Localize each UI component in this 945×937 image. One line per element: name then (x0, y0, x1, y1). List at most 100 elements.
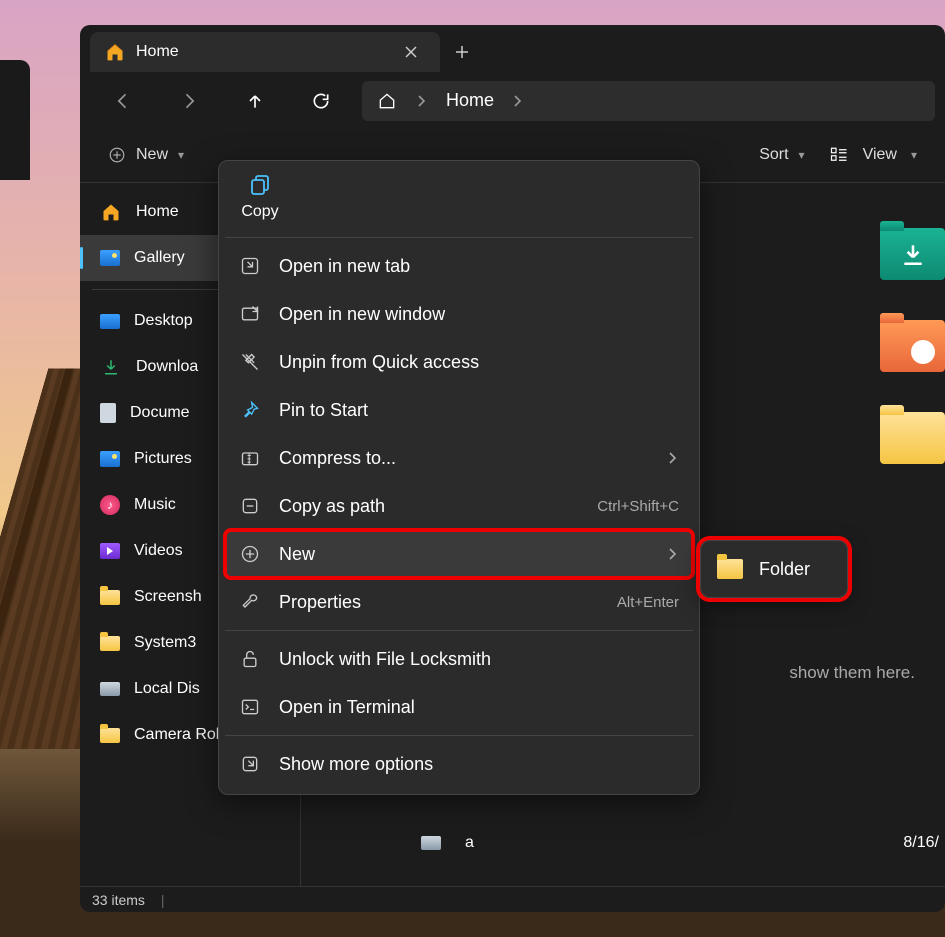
desktop-icon (100, 314, 120, 329)
menu-label: Unlock with File Locksmith (279, 649, 491, 670)
pin-to-start-item[interactable]: Pin to Start (225, 386, 693, 434)
sort-button[interactable]: Sort ▾ (747, 136, 816, 174)
tab-title: Home (136, 43, 179, 61)
folder-icon (100, 590, 120, 605)
back-button[interactable] (90, 79, 156, 123)
chevron-down-icon: ▾ (911, 148, 917, 162)
open-new-tab-item[interactable]: Open in new tab (225, 242, 693, 290)
compress-item[interactable]: Compress to... (225, 434, 693, 482)
sidebar-label: Camera Roll (134, 726, 223, 744)
chevron-right-icon (667, 548, 679, 560)
sidebar-label: Desktop (134, 312, 193, 330)
view-label: View (863, 146, 897, 164)
sidebar-label: Docume (130, 404, 190, 422)
sidebar-label: Home (136, 203, 179, 221)
row-date: 8/16/ (903, 834, 939, 852)
folder-icon[interactable] (880, 412, 945, 464)
status-divider: | (161, 892, 165, 908)
copy-as-path-item[interactable]: Copy as path Ctrl+Shift+C (225, 482, 693, 530)
nav-bar: Home (80, 73, 945, 128)
empty-hint: show them here. (789, 663, 915, 683)
sidebar-label: Music (134, 496, 176, 514)
divider (225, 735, 693, 736)
tab-home[interactable]: Home (90, 32, 440, 72)
lock-icon (239, 648, 261, 670)
folder-icon (100, 636, 120, 651)
new-icon (239, 543, 261, 565)
more-icon (239, 753, 261, 775)
shortcut: Alt+Enter (617, 594, 679, 611)
music-icon: ♪ (100, 495, 120, 515)
submenu-label: Folder (759, 559, 810, 580)
gallery-icon (100, 250, 120, 266)
divider (225, 237, 693, 238)
pin-icon (239, 399, 261, 421)
open-terminal-item[interactable]: Open in Terminal (225, 683, 693, 731)
unpin-quick-access-item[interactable]: Unpin from Quick access (225, 338, 693, 386)
menu-label: Open in Terminal (279, 697, 415, 718)
chevron-right-icon[interactable] (512, 95, 524, 107)
menu-label: Unpin from Quick access (279, 352, 479, 373)
menu-label: Open in new tab (279, 256, 410, 277)
forward-button[interactable] (156, 79, 222, 123)
context-menu: Copy Open in new tab Open in new window … (218, 160, 700, 795)
download-icon (100, 356, 122, 378)
unlock-locksmith-item[interactable]: Unlock with File Locksmith (225, 635, 693, 683)
disk-icon (100, 682, 120, 696)
new-tab-button[interactable] (440, 32, 484, 72)
home-icon (376, 90, 398, 112)
open-new-window-item[interactable]: Open in new window (225, 290, 693, 338)
chevron-down-icon: ▾ (178, 148, 184, 162)
new-folder-item[interactable]: Folder (700, 540, 848, 598)
menu-label: Open in new window (279, 304, 445, 325)
sidebar-label: Screensh (134, 588, 202, 606)
divider (225, 630, 693, 631)
view-button[interactable]: View ▾ (817, 136, 929, 174)
video-icon (100, 543, 120, 559)
refresh-button[interactable] (288, 79, 354, 123)
tab-strip: Home (80, 25, 945, 73)
copy-action[interactable]: Copy (225, 167, 295, 233)
up-button[interactable] (222, 79, 288, 123)
show-more-options-item[interactable]: Show more options (225, 740, 693, 788)
new-label: New (136, 146, 168, 164)
quick-access-folders (880, 228, 945, 464)
sidebar-label: Local Dis (134, 680, 200, 698)
terminal-icon (239, 696, 261, 718)
breadcrumb-bar[interactable]: Home (362, 81, 935, 121)
sidebar-label: Downloa (136, 358, 198, 376)
item-count: 33 items (92, 892, 145, 908)
chevron-right-icon (416, 95, 428, 107)
pictures-icon (100, 451, 120, 467)
sidebar-label: Gallery (134, 249, 185, 267)
archive-icon (239, 447, 261, 469)
list-row[interactable]: a (421, 834, 474, 852)
sidebar-label: Pictures (134, 450, 192, 468)
folder-icon (100, 728, 120, 743)
new-button[interactable]: New ▾ (96, 136, 196, 174)
music-folder-icon[interactable] (880, 320, 945, 372)
breadcrumb-item[interactable]: Home (446, 90, 494, 111)
properties-item[interactable]: Properties Alt+Enter (225, 578, 693, 626)
document-icon (100, 403, 116, 423)
status-bar: 33 items | (80, 886, 945, 912)
unpin-icon (239, 351, 261, 373)
drive-icon (421, 836, 441, 850)
menu-label: Properties (279, 592, 361, 613)
row-name: a (465, 834, 474, 852)
folder-icon (717, 559, 743, 579)
tab-close-button[interactable] (396, 37, 426, 67)
menu-label: Show more options (279, 754, 433, 775)
home-icon (100, 201, 122, 223)
menu-label: Copy as path (279, 496, 385, 517)
new-tab-icon (239, 255, 261, 277)
properties-icon (239, 591, 261, 613)
sort-label: Sort (759, 146, 788, 164)
shortcut: Ctrl+Shift+C (597, 498, 679, 515)
chevron-right-icon (667, 452, 679, 464)
copy-path-icon (239, 495, 261, 517)
new-submenu-item[interactable]: New (225, 530, 693, 578)
copy-label: Copy (241, 203, 278, 221)
downloads-folder-icon[interactable] (880, 228, 945, 280)
home-icon (104, 41, 126, 63)
